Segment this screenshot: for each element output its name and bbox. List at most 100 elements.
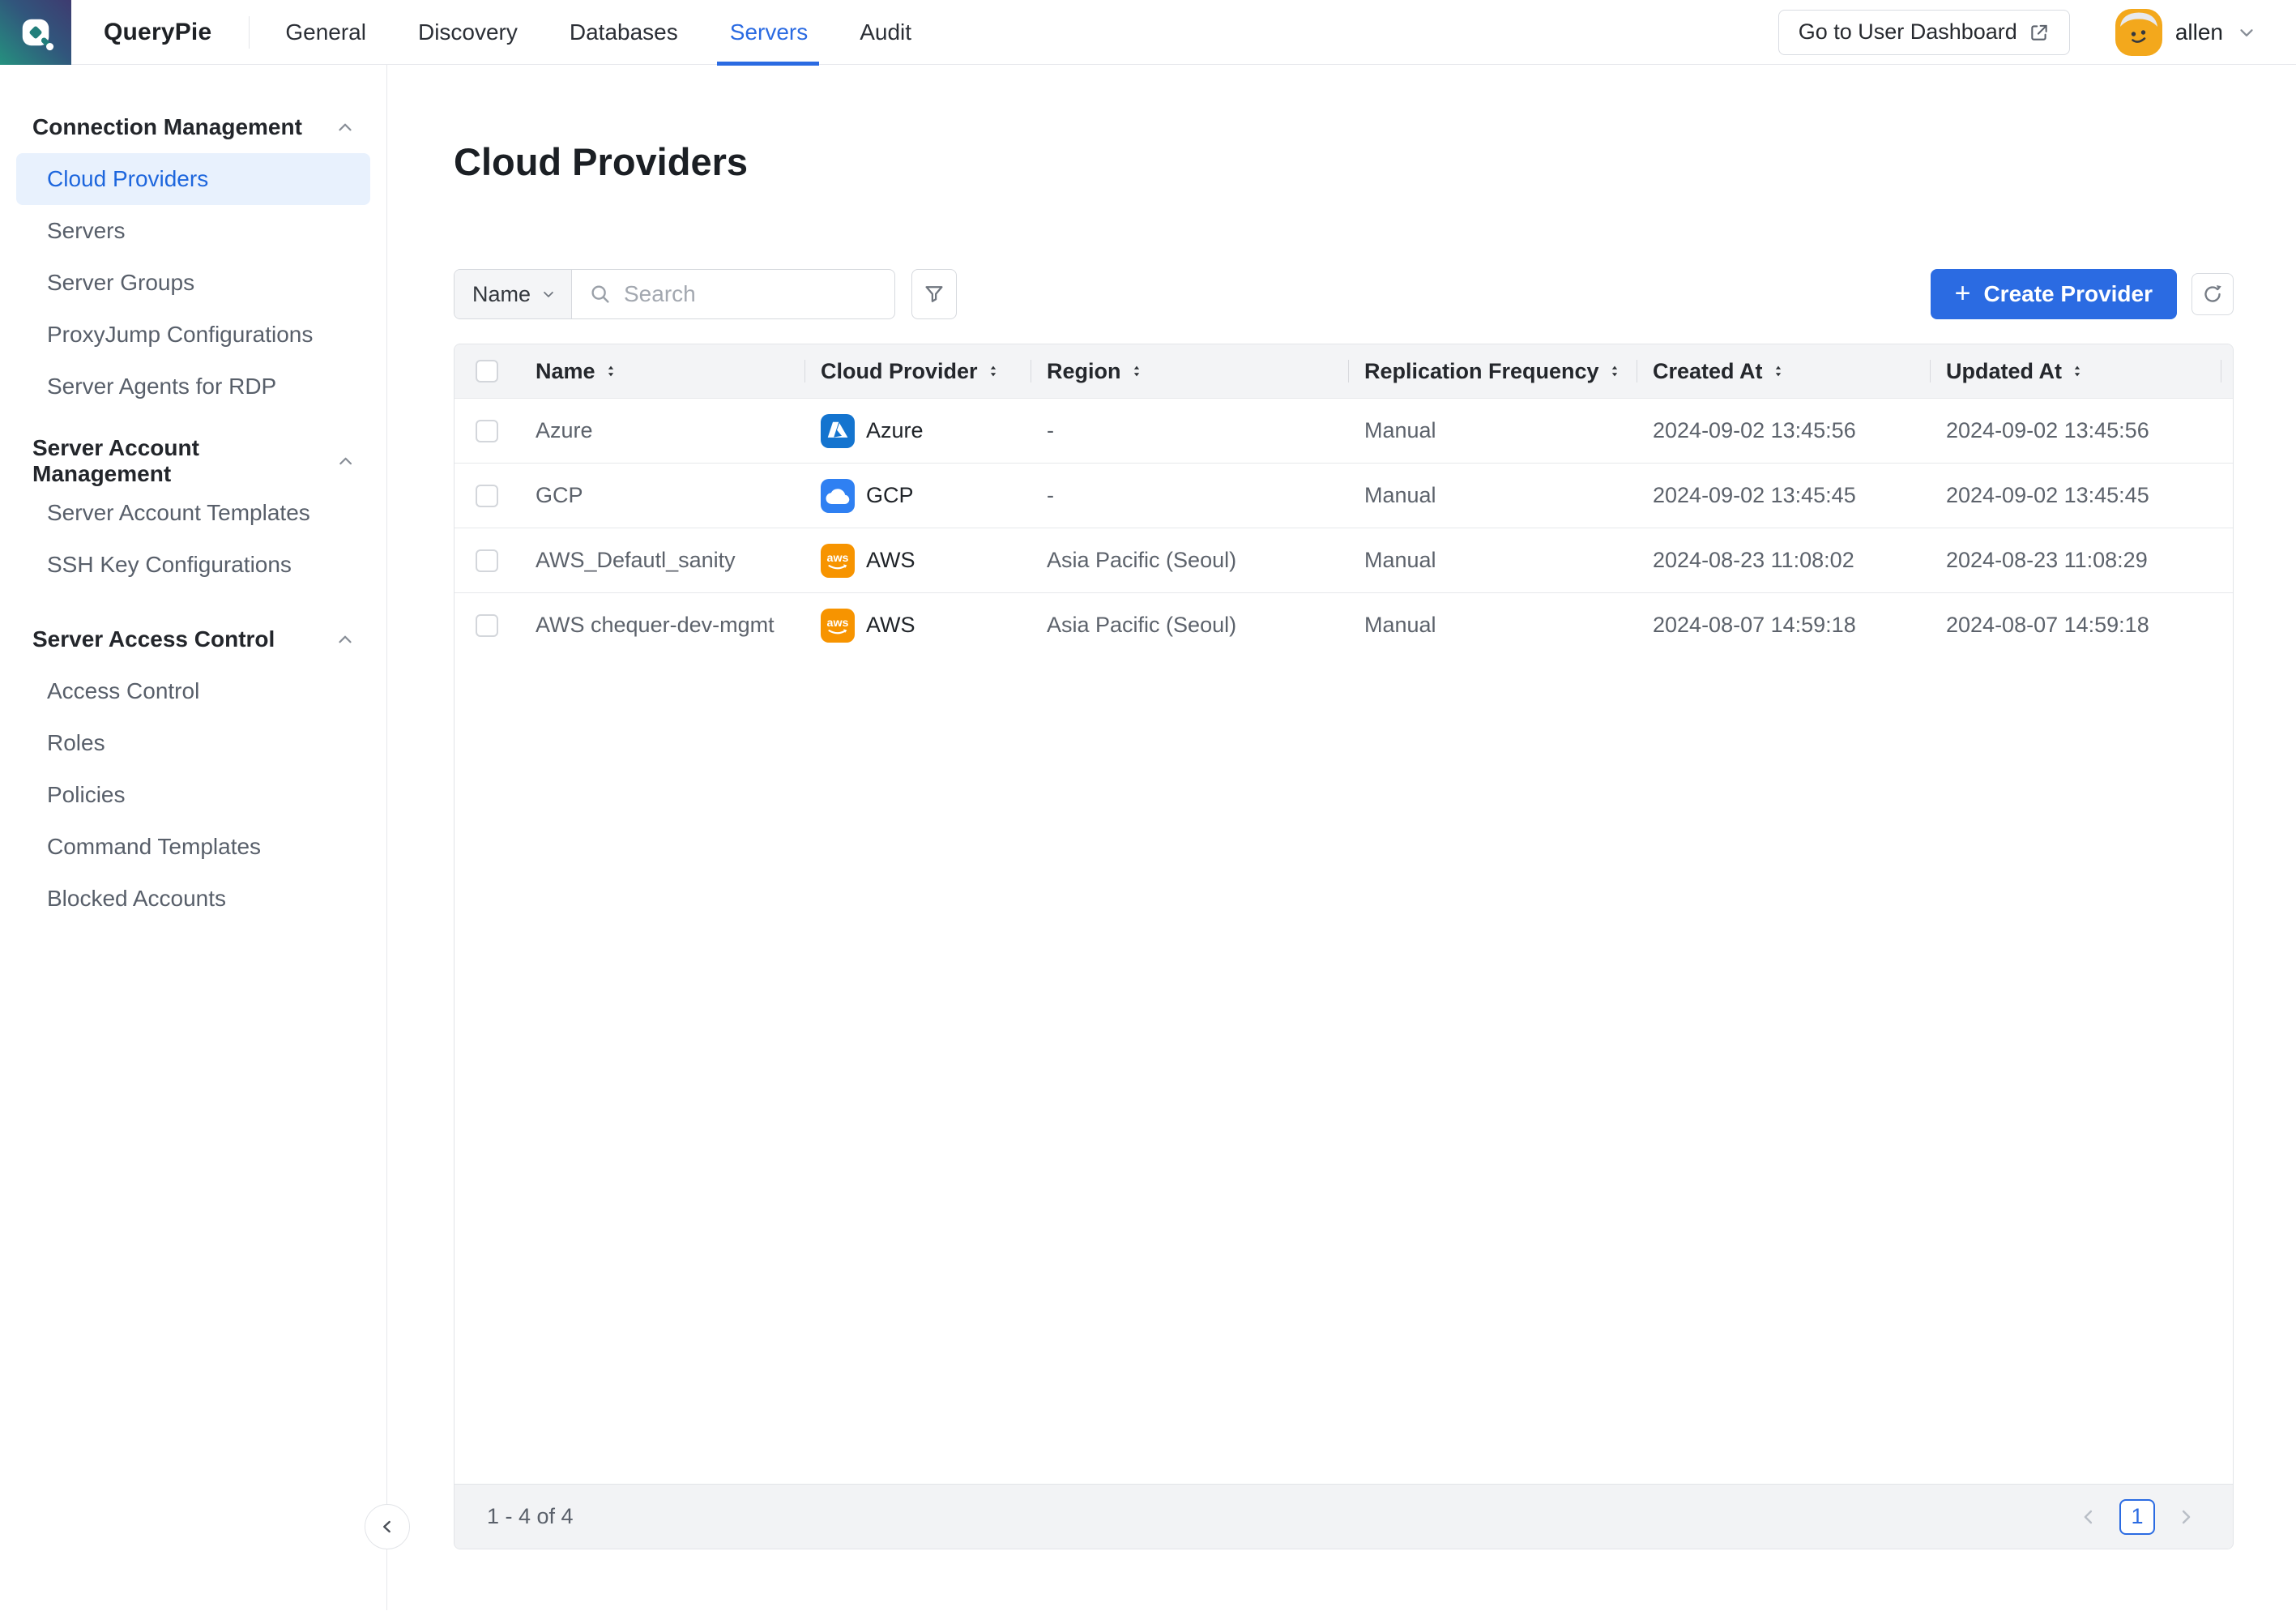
search-input[interactable]: [622, 280, 865, 308]
chevron-down-icon: [2236, 22, 2257, 43]
cell-name: GCP: [519, 483, 804, 508]
sidebar-item-ssh-key-configurations[interactable]: SSH Key Configurations: [0, 539, 386, 591]
sidebar-item-cloud-providers[interactable]: Cloud Providers: [16, 153, 370, 205]
sidebar-collapse-button[interactable]: [365, 1504, 410, 1549]
column-header-region[interactable]: Region: [1031, 344, 1348, 398]
toolbar-right: + Create Provider: [1931, 269, 2234, 319]
cell-updated-at: 2024-09-02 13:45:56: [1930, 418, 2233, 443]
row-checkbox[interactable]: [476, 549, 498, 572]
cloud-providers-page: QueryPie General Discovery Databases Ser…: [0, 0, 2296, 1611]
sidebar: Connection Management Cloud Providers Se…: [0, 65, 387, 1610]
cell-region: Asia Pacific (Seoul): [1031, 613, 1348, 638]
column-label: Cloud Provider: [821, 359, 978, 384]
nav-right: Go to User Dashboard allen: [1778, 9, 2296, 56]
section-title: Server Account Management: [32, 435, 335, 487]
table-row[interactable]: GCP GCP - Manual 2024-09-02 13:45:45 202…: [455, 463, 2233, 528]
next-page-button[interactable]: [2171, 1502, 2200, 1532]
table-row[interactable]: AWS_Defautl_sanity aws AWS Asia Pacific …: [455, 528, 2233, 592]
column-header-replication-frequency[interactable]: Replication Frequency: [1348, 344, 1637, 398]
section-server-access-control: Server Access Control Access Control Rol…: [0, 613, 386, 925]
select-all-checkbox[interactable]: [476, 360, 498, 382]
search-group: Name: [454, 269, 895, 319]
row-checkbox[interactable]: [476, 614, 498, 637]
column-header-cloud-provider[interactable]: Cloud Provider: [804, 344, 1031, 398]
cell-name: AWS_Defautl_sanity: [519, 548, 804, 573]
cell-created-at: 2024-08-23 11:08:02: [1637, 548, 1930, 573]
cell-cloud-provider: aws AWS: [804, 609, 1031, 643]
section-header-server-account-management[interactable]: Server Account Management: [0, 435, 386, 487]
plus-icon: +: [1955, 280, 1971, 307]
cell-region: -: [1031, 483, 1348, 508]
provider-label: Azure: [866, 418, 924, 443]
main-content: Cloud Providers Name: [387, 65, 2296, 1610]
table-header-row: Name Cloud Provider Region: [455, 344, 2233, 398]
user-name: allen: [2175, 19, 2223, 45]
tab-general[interactable]: General: [285, 0, 366, 65]
cell-updated-at: 2024-08-23 11:08:29: [1930, 548, 2233, 573]
querypie-logo[interactable]: [0, 0, 71, 65]
column-header-name[interactable]: Name: [519, 344, 804, 398]
sidebar-item-proxyjump-configurations[interactable]: ProxyJump Configurations: [0, 309, 386, 361]
column-label: Updated At: [1946, 359, 2062, 384]
column-label: Name: [536, 359, 595, 384]
section-title: Connection Management: [32, 114, 302, 140]
external-link-icon: [2029, 22, 2050, 43]
cell-replication-frequency: Manual: [1348, 613, 1637, 638]
sidebar-item-blocked-accounts[interactable]: Blocked Accounts: [0, 873, 386, 925]
section-server-account-management: Server Account Management Server Account…: [0, 435, 386, 591]
toolbar: Name: [454, 269, 2234, 319]
sidebar-item-access-control[interactable]: Access Control: [0, 665, 386, 717]
cell-region: -: [1031, 418, 1348, 443]
page-number-button[interactable]: 1: [2119, 1499, 2155, 1535]
search-box: [572, 270, 894, 318]
page-title: Cloud Providers: [454, 139, 2234, 185]
section-connection-management: Connection Management Cloud Providers Se…: [0, 101, 386, 412]
previous-page-button[interactable]: [2074, 1502, 2103, 1532]
sidebar-item-servers[interactable]: Servers: [0, 205, 386, 257]
section-header-connection-management[interactable]: Connection Management: [0, 101, 386, 153]
section-header-server-access-control[interactable]: Server Access Control: [0, 613, 386, 665]
column-header-updated-at[interactable]: Updated At: [1930, 344, 2233, 398]
gcp-icon: [821, 479, 855, 513]
dashboard-button-label: Go to User Dashboard: [1799, 19, 2017, 45]
table-footer: 1 - 4 of 4 1: [455, 1484, 2233, 1549]
header-checkbox-cell: [455, 344, 519, 398]
nav-divider: [249, 16, 250, 49]
azure-icon: [821, 414, 855, 448]
chevron-up-icon: [335, 117, 356, 138]
cell-cloud-provider: GCP: [804, 479, 1031, 513]
refresh-button[interactable]: [2191, 273, 2234, 315]
tab-databases[interactable]: Databases: [570, 0, 678, 65]
provider-label: AWS: [866, 613, 915, 638]
sidebar-item-server-account-templates[interactable]: Server Account Templates: [0, 487, 386, 539]
column-header-created-at[interactable]: Created At: [1637, 344, 1930, 398]
search-field-select[interactable]: Name: [455, 270, 572, 318]
providers-table: Name Cloud Provider Region: [454, 344, 2234, 1549]
row-checkbox[interactable]: [476, 420, 498, 442]
chevron-up-icon: [335, 629, 356, 650]
go-to-user-dashboard-button[interactable]: Go to User Dashboard: [1778, 10, 2070, 55]
sidebar-item-policies[interactable]: Policies: [0, 769, 386, 821]
sidebar-item-server-agents-for-rdp[interactable]: Server Agents for RDP: [0, 361, 386, 412]
chevron-right-icon: [2174, 1506, 2197, 1528]
sidebar-item-roles[interactable]: Roles: [0, 717, 386, 769]
table-row[interactable]: AWS chequer-dev-mgmt aws AWS Asia Pacifi…: [455, 592, 2233, 657]
aws-icon: aws: [821, 544, 855, 578]
sort-icon: [986, 364, 1001, 378]
sidebar-item-server-groups[interactable]: Server Groups: [0, 257, 386, 309]
tab-audit[interactable]: Audit: [860, 0, 911, 65]
cell-replication-frequency: Manual: [1348, 548, 1637, 573]
row-checkbox[interactable]: [476, 485, 498, 507]
cell-updated-at: 2024-09-02 13:45:45: [1930, 483, 2233, 508]
sidebar-item-command-templates[interactable]: Command Templates: [0, 821, 386, 873]
filter-funnel-icon: [922, 282, 946, 306]
chevron-left-icon: [377, 1516, 398, 1537]
create-provider-label: Create Provider: [1983, 281, 2153, 307]
user-menu[interactable]: allen: [2115, 9, 2257, 56]
tab-servers[interactable]: Servers: [730, 0, 808, 65]
filter-button[interactable]: [911, 269, 957, 319]
column-label: Replication Frequency: [1364, 359, 1599, 384]
tab-discovery[interactable]: Discovery: [418, 0, 518, 65]
table-row[interactable]: Azure Azure - Manual 2024-09-02 13:45:56: [455, 398, 2233, 463]
create-provider-button[interactable]: + Create Provider: [1931, 269, 2177, 319]
